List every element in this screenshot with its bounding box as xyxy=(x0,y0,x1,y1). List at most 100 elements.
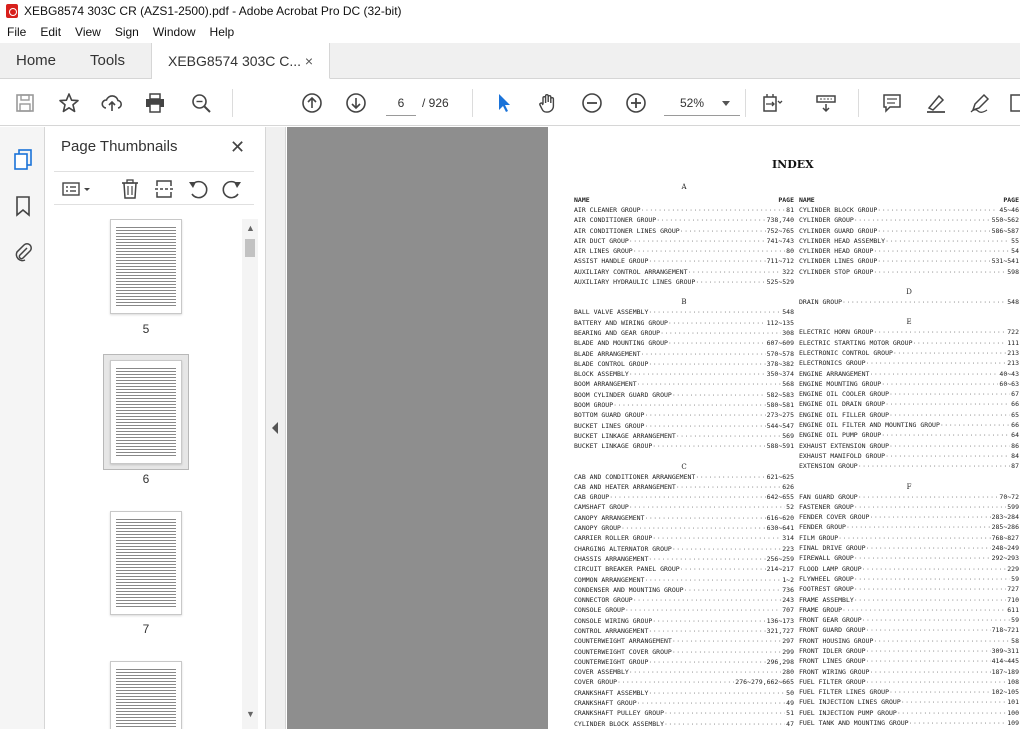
index-entry-page: 47 xyxy=(786,719,794,728)
index-entry-name: CAMSHAFT GROUP xyxy=(574,503,629,512)
fit-page-icon[interactable] xyxy=(760,91,784,115)
zoom-in-icon[interactable] xyxy=(624,91,648,115)
index-entry-name: CAB GROUP xyxy=(574,493,610,502)
index-entry-page: 100 xyxy=(1007,708,1019,717)
index-entry-page: 350~374 xyxy=(766,370,794,379)
index-entry-name: FAN GUARD GROUP xyxy=(799,492,858,501)
thumbnail-scrollbar[interactable]: ▲ ▼ xyxy=(242,219,258,729)
collapse-panel-icon[interactable] xyxy=(272,422,278,434)
index-entry: ENGINE OIL FILTER AND MOUNTING GROUP 66 xyxy=(799,420,1019,430)
index-entry: ENGINE OIL FILLER GROUP 65 xyxy=(799,410,1019,420)
page-total: / 926 xyxy=(422,96,449,110)
page-thumbnails-icon[interactable] xyxy=(10,146,36,172)
save-icon[interactable] xyxy=(13,91,37,115)
index-entry-page: 710 xyxy=(1007,595,1019,604)
leader-dots xyxy=(866,625,991,635)
tab-bar: Home Tools XEBG8574 303C C... × xyxy=(0,43,1020,79)
highlight-pen-icon[interactable] xyxy=(924,91,948,115)
leader-dots xyxy=(680,564,766,574)
leader-dots xyxy=(866,358,1007,368)
index-entry-page: 296,298 xyxy=(766,657,794,666)
index-entry-name: CIRCUIT BREAKER PANEL GROUP xyxy=(574,565,680,574)
document-view[interactable]: INDEX ANAMEPAGEAIR CLEANER GROUP81AIR CO… xyxy=(287,127,1020,729)
menu-edit[interactable]: Edit xyxy=(40,25,61,39)
page-thumbnail[interactable] xyxy=(110,511,182,615)
index-entry-page: 84 xyxy=(1011,451,1019,460)
menu-window[interactable]: Window xyxy=(153,25,196,39)
leader-dots xyxy=(613,400,765,410)
options-menu-icon[interactable] xyxy=(61,178,93,200)
index-entry-name: FIREWALL GROUP xyxy=(799,554,854,563)
select-cursor-icon[interactable] xyxy=(492,91,516,115)
index-entry-page: 616~620 xyxy=(766,513,794,522)
bookmarks-icon[interactable] xyxy=(10,193,36,219)
index-entry-page: 87 xyxy=(1011,462,1019,471)
panel-splitter[interactable] xyxy=(266,127,286,729)
scroll-down-icon[interactable]: ▼ xyxy=(246,709,255,719)
index-entry: EXHAUST EXTENSION GROUP 86 xyxy=(799,441,1019,451)
index-entry-page: 378~382 xyxy=(766,359,794,368)
toolbar-separator xyxy=(232,89,233,117)
index-entry-page: 414~445 xyxy=(991,657,1019,666)
next-page-icon[interactable] xyxy=(344,91,368,115)
tab-close-icon[interactable]: × xyxy=(305,53,313,69)
leader-dots xyxy=(668,318,766,328)
leader-dots xyxy=(858,492,999,502)
index-entry-name: CANOPY ARRANGEMENT xyxy=(574,513,645,522)
page-thumbnail[interactable] xyxy=(110,661,182,729)
close-icon[interactable]: ✕ xyxy=(230,137,245,158)
zoom-out-icon[interactable] xyxy=(580,91,604,115)
hand-tool-icon[interactable] xyxy=(536,91,560,115)
leader-dots xyxy=(664,708,785,718)
menu-file[interactable]: File xyxy=(7,25,26,39)
menu-help[interactable]: Help xyxy=(210,25,235,39)
cloud-upload-icon[interactable] xyxy=(100,91,124,115)
toolbar-separator xyxy=(745,89,746,117)
index-entry-name: BLOCK ASSEMBLY xyxy=(574,370,629,379)
scrollbar-thumb[interactable] xyxy=(245,239,255,257)
index-entry-page: 711~712 xyxy=(766,257,794,266)
index-entry-name: FUEL INJECTION PUMP GROUP xyxy=(799,708,897,717)
print-icon[interactable] xyxy=(143,91,167,115)
tab-tools[interactable]: Tools xyxy=(74,43,152,78)
index-entry: ELECTRIC STARTING MOTOR GROUP 111 xyxy=(799,338,1019,348)
draw-pen-icon[interactable] xyxy=(968,91,992,115)
thumbnail-page-number: 6 xyxy=(142,472,150,486)
index-entry: CYLINDER GROUP 550~562 xyxy=(799,215,1019,225)
previous-page-icon[interactable] xyxy=(300,91,324,115)
comment-icon[interactable] xyxy=(880,91,904,115)
index-entry-page: 256~259 xyxy=(766,554,794,563)
delete-page-icon[interactable] xyxy=(119,178,141,200)
index-entry-name: ENGINE ARRANGEMENT xyxy=(799,369,870,378)
scroll-mode-icon[interactable] xyxy=(814,91,838,115)
menu-sign[interactable]: Sign xyxy=(115,25,139,39)
leader-dots xyxy=(889,687,991,697)
menu-view[interactable]: View xyxy=(75,25,101,39)
tab-document[interactable]: XEBG8574 303C C... × xyxy=(152,43,330,79)
rotate-right-icon[interactable] xyxy=(221,178,243,200)
leader-dots xyxy=(644,513,765,523)
more-tools-icon[interactable] xyxy=(1006,91,1020,115)
rotate-left-icon[interactable] xyxy=(187,178,209,200)
index-entry-page: 112~135 xyxy=(766,318,794,327)
index-entry-name: FRAME GROUP xyxy=(799,605,843,614)
attachments-icon[interactable] xyxy=(10,239,36,265)
index-entry-page: 736 xyxy=(782,585,794,594)
leader-dots xyxy=(846,522,991,532)
scroll-up-icon[interactable]: ▲ xyxy=(246,223,255,233)
chevron-down-icon[interactable] xyxy=(722,101,730,106)
bookmark-star-icon[interactable] xyxy=(57,91,81,115)
index-entry-name: BUCKET LINKAGE ARRANGEMENT xyxy=(574,431,676,440)
zoom-search-icon[interactable] xyxy=(189,91,213,115)
page-thumbnail[interactable] xyxy=(110,219,182,314)
index-entry: ELECTRONIC CONTROL GROUP 213 xyxy=(799,348,1019,358)
extract-page-icon[interactable] xyxy=(153,178,175,200)
page-thumbnail[interactable] xyxy=(110,360,182,464)
index-entry-name: CHARGING ALTERNATOR GROUP xyxy=(574,544,672,553)
page-number-input[interactable]: 6 xyxy=(386,90,416,116)
index-entry-page: 314 xyxy=(782,534,794,543)
index-entry-page: 273~275 xyxy=(766,411,794,420)
index-entry: BLOCK ASSEMBLY 350~374 xyxy=(574,369,794,379)
index-entry-page: 70~72 xyxy=(999,492,1019,501)
tab-home[interactable]: Home xyxy=(0,43,74,78)
